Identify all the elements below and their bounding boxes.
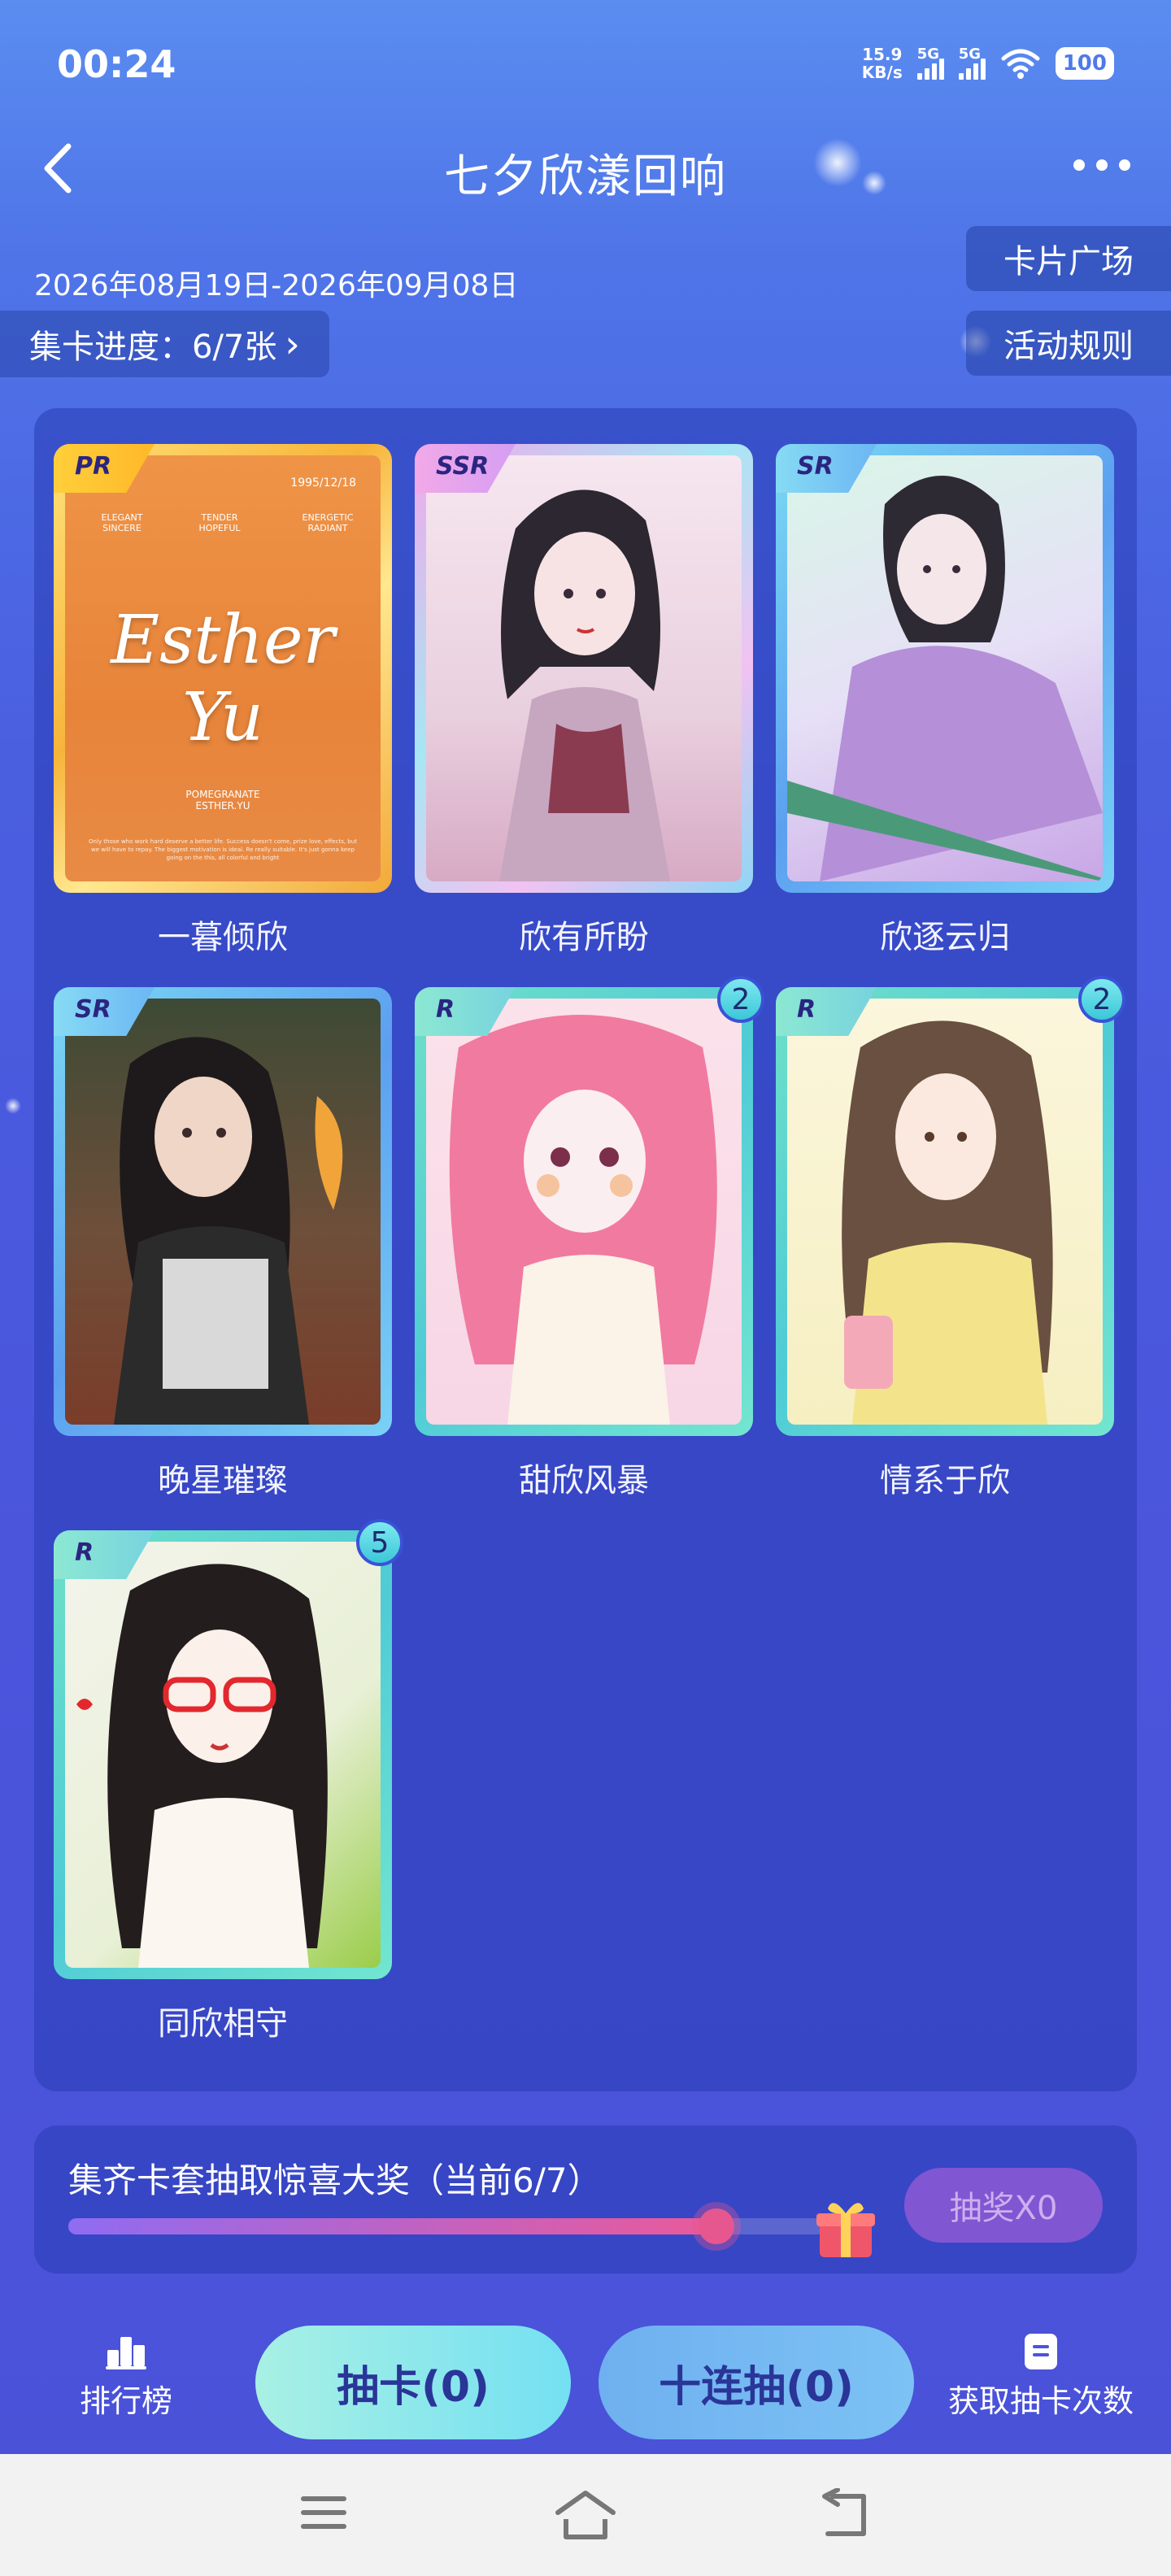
document-icon xyxy=(1025,2334,1057,2369)
complete-set-bonus-panel: 集齐卡套抽取惊喜大奖（当前6/7） 抽奖X0 xyxy=(34,2126,1137,2274)
character-illustration xyxy=(499,490,670,881)
cell-signal-icon: 5G xyxy=(916,46,944,80)
cell-signal-icon: 5G xyxy=(958,46,986,80)
event-date-range: 2026年08月19日-2026年09月08日 xyxy=(34,269,519,302)
card-item[interactable]: R 5 同欣相守 xyxy=(54,1519,403,2044)
card-collection-panel: luxin 1995/12/18 ELEGANT SINCERE TENDER … xyxy=(34,408,1137,2091)
page-title: 七夕欣漾回响 xyxy=(444,150,727,203)
ranking-button[interactable]: 排行榜 xyxy=(80,2332,172,2421)
card-count-badge: 5 xyxy=(356,1519,403,1566)
background-sparkle xyxy=(5,1098,21,1114)
podium-icon xyxy=(106,2337,146,2369)
menu-icon[interactable] xyxy=(298,2488,350,2537)
back-icon[interactable] xyxy=(816,2488,873,2540)
card-item[interactable]: SR 欣逐云归 xyxy=(776,444,1114,958)
card-item[interactable]: SR 晚星璀璨 xyxy=(54,987,392,1501)
card-name: 欣有所盼 xyxy=(519,919,649,956)
card-name: 晚星璀璨 xyxy=(158,1462,288,1499)
character-illustration xyxy=(787,476,1103,881)
collection-progress-label: 集卡进度：6/7张 xyxy=(29,329,277,366)
wifi-icon xyxy=(1001,49,1040,79)
card-frame: luxin 1995/12/18 ELEGANT SINCERE TENDER … xyxy=(54,444,392,893)
card-artwork xyxy=(426,999,742,1425)
network-speed-value: 15.9 xyxy=(862,45,903,64)
card-name: 甜欣风暴 xyxy=(519,1462,649,1499)
bonus-progress-fill xyxy=(68,2208,734,2244)
card-artwork xyxy=(426,455,742,881)
art-tag: ELEGANT SINCERE xyxy=(101,512,143,533)
signal-label: 5G xyxy=(916,46,940,63)
card-frame xyxy=(54,1530,392,1979)
art-fine-text: Only those who work hard deserve a bette… xyxy=(89,838,357,861)
card-artwork xyxy=(787,999,1103,1425)
bonus-progress-knob xyxy=(699,2208,734,2244)
card-artwork xyxy=(65,999,381,1425)
event-rules-button[interactable]: 活动规则 xyxy=(966,311,1171,376)
get-draw-chances-button[interactable]: 获取抽卡次数 xyxy=(948,2332,1134,2421)
draw-one-button[interactable]: 抽卡(0) xyxy=(255,2326,571,2439)
art-title: Esther Yu xyxy=(111,602,335,756)
network-speed-unit: KB/s xyxy=(861,63,903,82)
card-name: 一暮倾欣 xyxy=(158,919,288,956)
more-dot xyxy=(1119,159,1130,171)
card-frame xyxy=(415,444,753,893)
card-item[interactable]: R 2 情系于欣 xyxy=(776,976,1125,1501)
home-icon[interactable] xyxy=(553,2488,618,2542)
card-name: 同欣相守 xyxy=(158,2005,288,2043)
card-count-badge: 2 xyxy=(717,976,764,1023)
card-frame xyxy=(776,444,1114,893)
lottery-button[interactable]: 抽奖X0 xyxy=(904,2168,1103,2243)
bottom-action-bar: 排行榜 抽卡(0) 十连抽(0) 获取抽卡次数 xyxy=(0,2317,1171,2456)
art-caption: POMEGRANATE ESTHER.YU xyxy=(185,789,260,812)
status-time: 00:24 xyxy=(57,42,176,86)
draw-ten-button[interactable]: 十连抽(0) xyxy=(599,2326,914,2439)
card-frame xyxy=(415,987,753,1436)
card-item[interactable]: luxin 1995/12/18 ELEGANT SINCERE TENDER … xyxy=(54,444,392,958)
more-dot xyxy=(1073,159,1085,171)
art-date: 1995/12/18 xyxy=(290,476,356,490)
art-tag: TENDER HOPEFUL xyxy=(198,512,241,533)
chevron-right-icon: › xyxy=(285,322,300,366)
bonus-progress-track xyxy=(68,2208,825,2244)
character-illustration xyxy=(842,1020,1053,1425)
more-dot xyxy=(1096,159,1108,171)
character-illustration xyxy=(76,1564,328,1968)
signal-label: 5G xyxy=(958,46,982,63)
collection-progress-button[interactable]: 集卡进度：6/7张 › xyxy=(0,311,329,377)
gift-box-icon xyxy=(816,2203,875,2257)
get-draw-chances-label: 获取抽卡次数 xyxy=(948,2383,1134,2419)
card-name: 欣逐云归 xyxy=(880,919,1010,956)
ranking-label: 排行榜 xyxy=(80,2383,173,2419)
card-square-button[interactable]: 卡片广场 xyxy=(966,226,1171,291)
character-illustration xyxy=(449,1015,717,1425)
card-frame xyxy=(776,987,1114,1436)
character-illustration xyxy=(114,1037,343,1425)
card-item[interactable]: R 2 甜欣风暴 xyxy=(415,976,764,1501)
card-artwork xyxy=(787,455,1103,881)
card-item[interactable]: SSR 欣有所盼 xyxy=(415,444,753,958)
network-speed: 15.9 KB/s xyxy=(862,46,903,81)
card-name: 情系于欣 xyxy=(880,1462,1010,1499)
card-frame xyxy=(54,987,392,1436)
more-options-button[interactable] xyxy=(1073,159,1130,171)
system-navigation-bar xyxy=(0,2454,1171,2576)
bonus-description: 集齐卡套抽取惊喜大奖（当前6/7） xyxy=(68,2160,602,2200)
card-artwork xyxy=(65,1542,381,1968)
art-tag: ENERGETIC RADIANT xyxy=(302,512,354,533)
card-count-badge: 2 xyxy=(1078,976,1125,1023)
battery-indicator: 100 xyxy=(1055,47,1114,80)
status-icons: 15.9 KB/s 5G 5G 100 xyxy=(862,46,1114,81)
card-artwork: luxin 1995/12/18 ELEGANT SINCERE TENDER … xyxy=(65,455,381,881)
